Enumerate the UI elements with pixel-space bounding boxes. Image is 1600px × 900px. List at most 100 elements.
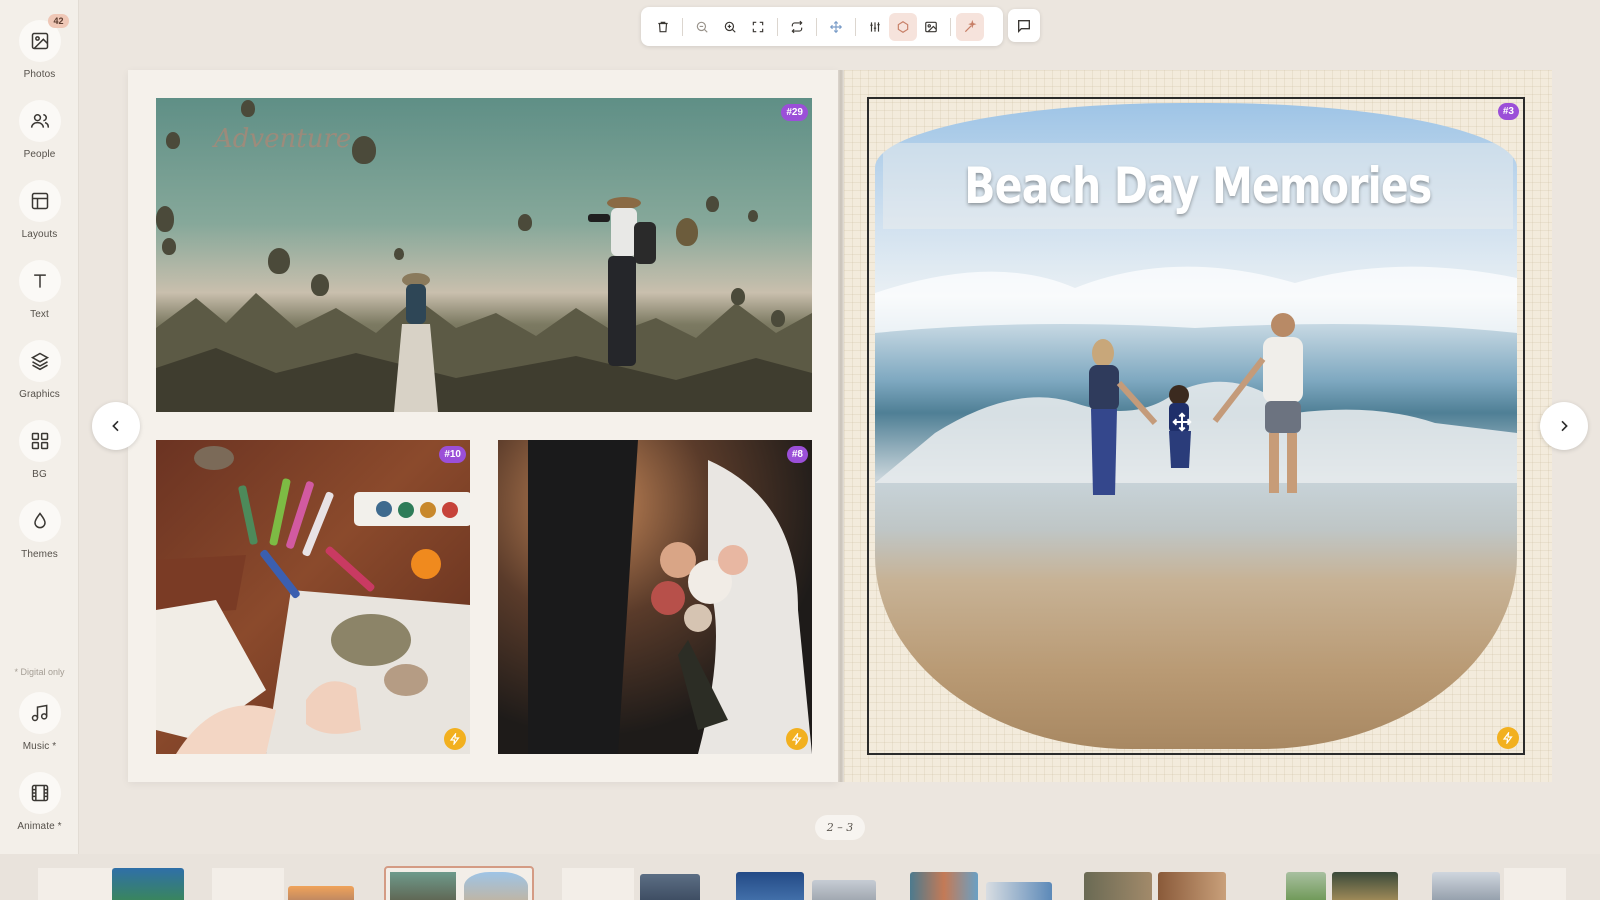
filmstrip-page[interactable] [562,868,634,900]
filmstrip-thumbnail[interactable] [1286,872,1326,900]
text-icon [33,274,46,288]
layout-icon [31,192,48,210]
next-page-button[interactable] [1540,402,1588,450]
comment-icon [1018,19,1030,33]
photo-number-tag: #10 [439,446,466,463]
zoom-out-button[interactable] [688,13,716,41]
balloon [241,100,255,117]
adventure-overlay-text: Adventure [214,124,352,154]
balloon [771,310,785,327]
wedding-illustration [528,440,812,754]
filmstrip-thumbnail[interactable] [1084,872,1152,900]
sidebar-item-label: Themes [21,549,58,560]
filmstrip-thumbnail[interactable] [986,882,1052,900]
filmstrip-thumbnail[interactable] [910,872,978,900]
adjust-icon [870,21,880,32]
layers-icon [30,352,49,371]
image-icon [925,21,937,32]
comment-button[interactable] [1008,9,1040,42]
previous-page-button[interactable] [92,402,140,450]
filmstrip-thumbnail[interactable] [736,872,804,900]
sidebar-item-label: Graphics [19,389,60,400]
bolt-icon[interactable] [444,728,466,750]
balloon [731,288,745,305]
shape-button[interactable] [889,12,917,41]
photo-number-tag: #3 [1497,103,1519,120]
filmstrip-thumbnail[interactable] [112,868,184,900]
filmstrip-page[interactable] [1504,868,1566,900]
fit-icon [752,21,764,32]
filmstrip-thumbnail[interactable] [812,880,876,900]
sidebar-item-people[interactable]: People [0,100,79,160]
bolt-icon[interactable] [1497,727,1519,749]
image-icon [31,32,48,50]
fit-button[interactable] [744,13,772,41]
balloon [394,248,404,260]
toolbar-divider [682,17,683,36]
sidebar-item-photos[interactable]: 42 Photos [0,14,79,80]
move-button[interactable] [822,13,850,41]
sidebar-item-graphics[interactable]: Graphics [0,340,79,400]
people-icon [30,114,49,128]
filmstrip-page[interactable] [212,868,284,900]
sidebar-item-label: Photos [23,69,56,80]
filmstrip-thumbnail[interactable] [1158,872,1226,900]
photo-wedding[interactable]: #8 [498,440,812,754]
grid-icon [31,432,48,450]
sidebar-item-layouts[interactable]: Layouts [0,180,79,240]
balloon [268,248,290,274]
sidebar: 42 Photos People Layouts Text Graphics B… [0,0,79,854]
filmstrip-thumbnail[interactable] [640,874,700,900]
move-icon [829,20,843,33]
delete-button[interactable] [649,13,677,41]
photos-count-badge: 42 [48,14,69,28]
sidebar-item-music[interactable]: Music * [0,692,79,752]
balloon [748,210,758,222]
sidebar-item-label: Text [30,309,49,320]
drop-icon [33,512,46,529]
balloon [706,196,719,212]
balloon [166,132,180,149]
filmstrip-page[interactable] [38,868,112,900]
sidebar-item-label: People [23,149,56,160]
balloon [352,136,376,164]
sidebar-item-animate[interactable]: Animate * [0,772,79,832]
sidebar-item-text[interactable]: Text [0,260,79,320]
bolt-icon[interactable] [786,728,808,750]
magic-icon [964,19,977,32]
zoom-in-icon [724,21,736,33]
photo-crafts[interactable]: #10 [156,440,470,754]
magic-button[interactable] [956,12,984,41]
page-filmstrip[interactable] [0,854,1600,900]
photo-number-tag: #29 [781,104,808,121]
filmstrip-thumbnail[interactable] [288,886,354,900]
adjust-button[interactable] [861,13,889,41]
balloon [156,206,174,232]
photo-number-tag: #8 [786,446,808,463]
sidebar-item-label: Animate * [17,821,62,832]
shape-icon [897,20,909,33]
filmstrip-thumbnail[interactable] [1432,872,1500,900]
title-band[interactable]: Beach Day Memories [883,143,1513,229]
photo-beach[interactable]: Beach Day Memories [875,103,1517,749]
image-button[interactable] [917,13,945,41]
digital-only-note: * Digital only [14,667,65,677]
music-icon [31,704,47,722]
zoom-out-icon [696,21,708,33]
toolbar-divider [855,17,856,36]
selected-photo-frame[interactable]: Beach Day Memories #3 [867,97,1525,755]
sidebar-item-label: BG [32,469,47,480]
balloon [311,274,329,296]
balloon [518,214,532,231]
page-title-text[interactable]: Beach Day Memories [964,157,1432,215]
sidebar-item-bg[interactable]: BG [0,420,79,480]
crafts-illustration [156,446,470,754]
filmstrip-thumbnail[interactable] [1332,872,1398,900]
replace-icon [791,20,803,33]
filmstrip-selected-spread[interactable] [384,866,534,900]
replace-button[interactable] [783,13,811,41]
photo-balloons[interactable]: Adventure #29 [156,98,812,412]
sidebar-item-themes[interactable]: Themes [0,500,79,560]
toolbar-divider [950,17,951,36]
zoom-in-button[interactable] [716,13,744,41]
